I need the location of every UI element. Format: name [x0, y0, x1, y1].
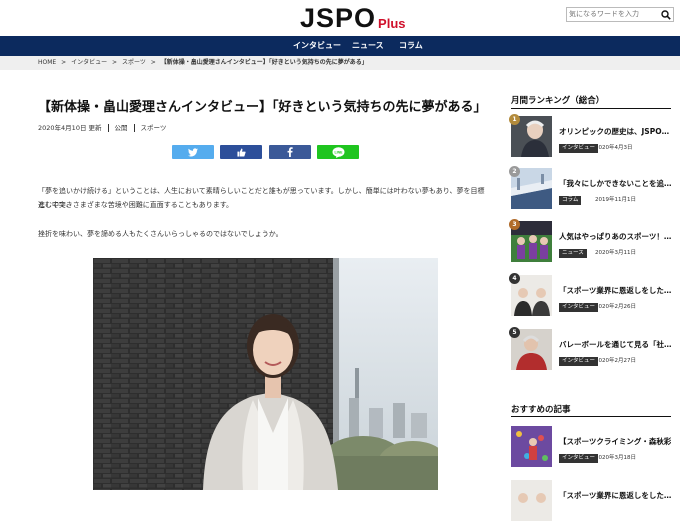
category-badge: インタビュー — [559, 357, 599, 366]
ranking-title[interactable]: オリンピックの歴史は、JSPO… — [559, 126, 671, 137]
recommend-title[interactable]: 【スポーツクライミング・森秋彩… — [559, 436, 671, 447]
recommend-date: 2020年3月18日 — [595, 455, 636, 461]
category-badge: コラム — [559, 196, 582, 205]
ranking-date: 2020年3月11日 — [595, 250, 636, 256]
ranking-date: 2020年2月27日 — [595, 358, 636, 364]
category-badge: ニュース — [559, 249, 587, 258]
nav-news[interactable]: ニュース — [352, 36, 384, 56]
breadcrumb-separator: > — [61, 59, 67, 66]
search-box — [566, 7, 674, 22]
recommend-thumbnail — [511, 480, 552, 521]
article-paragraph: 進む中で、さまざまな苦境や困難に直面することもあります。 — [38, 201, 234, 209]
rank-number: 1 — [509, 114, 520, 125]
line-share-button[interactable]: LINE — [317, 145, 359, 159]
article-hero-photo — [93, 258, 438, 490]
site-logo[interactable]: JSPO Plus — [300, 4, 406, 32]
recommend-item[interactable]: 【スポーツクライミング・森秋彩… インタビュー 2020年3月18日 — [511, 426, 671, 468]
recommend-item[interactable]: 「スポーツ業界に恩返しをした… — [511, 480, 671, 522]
rank-number: 5 — [509, 327, 520, 338]
recommend-divider — [511, 416, 671, 417]
ranking-date: 2020年2月26日 — [595, 304, 636, 310]
line-icon: LINE — [332, 146, 344, 158]
like-share-button[interactable] — [220, 145, 262, 159]
twitter-share-button[interactable] — [172, 145, 214, 159]
meta-divider — [107, 124, 109, 132]
article-status: 公開 — [114, 124, 128, 132]
ranking-item[interactable]: 2 「我々にしかできないことを追… コラム 2019年11月1日 — [509, 166, 671, 210]
breadcrumb: HOME > インタビュー > スポーツ > 【新体操・畠山愛理さんインタビュー… — [0, 56, 680, 70]
breadcrumb-home[interactable]: HOME — [38, 59, 56, 66]
search-input[interactable] — [569, 8, 659, 21]
article-date: 2020年4月10日 更新 — [38, 124, 102, 132]
facebook-share-button[interactable] — [269, 145, 311, 159]
recommend-heading: おすすめの記事 — [511, 405, 571, 415]
breadcrumb-separator: > — [112, 59, 118, 66]
recommend-thumbnail — [511, 426, 552, 467]
ranking-item[interactable]: 1 オリンピックの歴史は、JSPO… インタビュー 2020年4月3日 — [509, 114, 671, 158]
ranking-item[interactable]: 5 バレーボールを通じて見る「社… インタビュー 2020年2月27日 — [509, 327, 671, 371]
recommend-title[interactable]: 「スポーツ業界に恩返しをした… — [559, 490, 671, 501]
article-paragraph: 挫折を味わい、夢を諦める人もたくさんいらっしゃるのではないでしょうか。 — [38, 230, 283, 238]
breadcrumb-interview[interactable]: インタビュー — [71, 59, 107, 66]
breadcrumb-sports[interactable]: スポーツ — [122, 59, 146, 66]
ranking-item[interactable]: 4 「スポーツ業界に恩返しをした… インタビュー 2020年2月26日 — [509, 273, 671, 317]
ranking-date: 2019年11月1日 — [595, 197, 636, 203]
meta-divider — [133, 124, 135, 132]
facebook-f-icon — [287, 147, 293, 157]
ranking-title[interactable]: バレーボールを通じて見る「社… — [559, 339, 671, 350]
breadcrumb-separator: > — [150, 59, 156, 66]
site-header: JSPO Plus — [0, 0, 680, 36]
rank-number: 4 — [509, 273, 520, 284]
category-badge: インタビュー — [559, 144, 599, 153]
twitter-bird-icon — [188, 147, 198, 156]
article-meta: 2020年4月10日 更新 公開 スポーツ — [38, 122, 166, 132]
logo-plus-text: Plus — [378, 16, 406, 31]
category-badge: インタビュー — [559, 454, 599, 463]
rank-number: 3 — [509, 219, 520, 230]
logo-main-text: JSPO — [300, 3, 377, 33]
breadcrumb-current: 【新体操・畠山愛理さんインタビュー】「好きという気持ちの先に夢がある」 — [160, 59, 368, 66]
article-title: 【新体操・畠山愛理さんインタビュー】「好きという気持ちの先に夢がある」 — [38, 100, 487, 115]
search-icon[interactable] — [661, 10, 671, 20]
rank-number: 2 — [509, 166, 520, 177]
ranking-date: 2020年4月3日 — [595, 145, 633, 151]
ranking-divider — [511, 108, 671, 109]
ranking-title[interactable]: 「我々にしかできないことを追… — [559, 178, 671, 189]
ranking-title[interactable]: 人気はやっぱりあのスポーツ！… — [559, 231, 671, 242]
ranking-title[interactable]: 「スポーツ業界に恩返しをした… — [559, 285, 671, 296]
ranking-item[interactable]: 3 人気はやっぱりあのスポーツ！… ニュース 2020年3月11日 — [509, 219, 671, 263]
nav-column[interactable]: コラム — [399, 36, 423, 56]
article-category[interactable]: スポーツ — [141, 124, 167, 132]
thumbs-up-icon — [236, 147, 246, 157]
category-badge: インタビュー — [559, 303, 599, 312]
svg-text:LINE: LINE — [334, 150, 343, 154]
main-nav: インタビュー ニュース コラム — [0, 36, 680, 56]
ranking-heading: 月間ランキング（総合） — [511, 96, 605, 106]
nav-interview[interactable]: インタビュー — [293, 36, 341, 56]
